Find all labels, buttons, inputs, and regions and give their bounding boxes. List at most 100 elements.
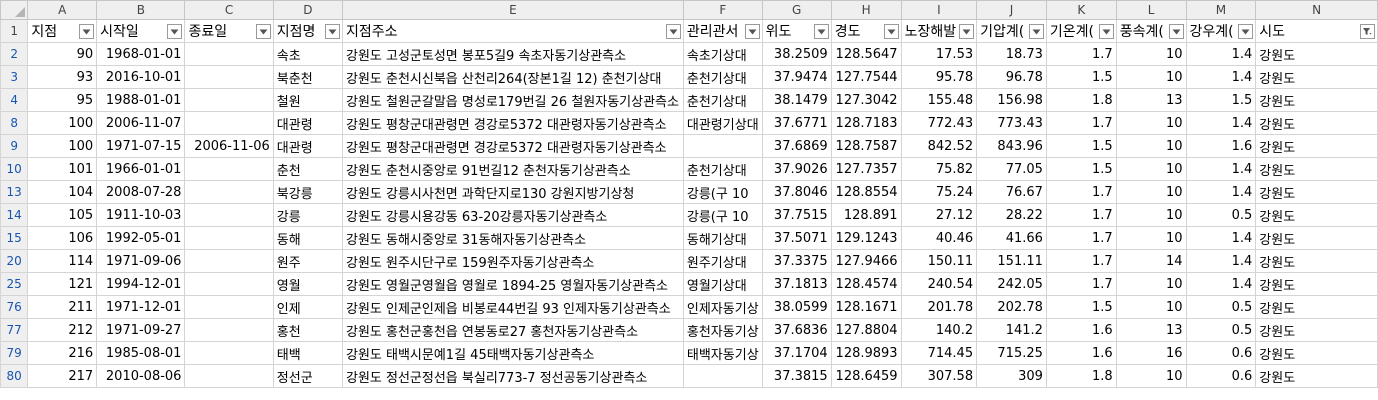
cell-h[interactable]: 128.9893 xyxy=(830,341,902,365)
cell-n[interactable]: 강원도 xyxy=(1255,42,1378,66)
header-cell[interactable]: 종료일 xyxy=(184,19,274,43)
cell-m[interactable]: 1.6 xyxy=(1185,134,1257,158)
column-header-n[interactable]: N xyxy=(1255,0,1378,20)
cell-c[interactable] xyxy=(184,42,274,66)
dropdown-arrow-icon[interactable] xyxy=(744,24,760,39)
cell-a[interactable]: 211 xyxy=(27,295,98,319)
cell-f[interactable] xyxy=(682,134,763,158)
cell-b[interactable]: 2006-11-07 xyxy=(96,111,186,135)
filter-funnel-icon[interactable] xyxy=(1360,24,1375,39)
cell-b[interactable]: 1971-12-01 xyxy=(96,295,186,319)
cell-k[interactable]: 1.5 xyxy=(1045,65,1117,89)
cell-d[interactable]: 강릉 xyxy=(272,203,344,227)
cell-h[interactable]: 128.4574 xyxy=(830,272,902,296)
cell-i[interactable]: 201.78 xyxy=(900,295,978,319)
cell-e[interactable]: 강원도 원주시단구로 159원주자동기상관측소 xyxy=(342,249,684,273)
cell-h[interactable]: 128.8554 xyxy=(830,180,902,204)
cell-i[interactable]: 40.46 xyxy=(900,226,978,250)
cell-d[interactable]: 속초 xyxy=(272,42,344,66)
cell-g[interactable]: 37.5071 xyxy=(761,226,832,250)
dropdown-arrow-icon[interactable] xyxy=(1098,24,1114,39)
column-header-g[interactable]: G xyxy=(761,0,832,20)
dropdown-arrow-icon[interactable] xyxy=(813,24,829,39)
cell-a[interactable]: 216 xyxy=(27,341,98,365)
cell-n[interactable]: 강원도 xyxy=(1255,295,1378,319)
cell-n[interactable]: 강원도 xyxy=(1255,272,1378,296)
cell-e[interactable]: 강원도 춘천시중앙로 91번길12 춘천자동기상관측소 xyxy=(342,157,684,181)
select-all-corner[interactable] xyxy=(0,0,29,20)
cell-m[interactable]: 1.4 xyxy=(1185,111,1257,135)
cell-f[interactable]: 대관령기상대 xyxy=(682,111,763,135)
cell-n[interactable]: 강원도 xyxy=(1255,157,1378,181)
cell-i[interactable]: 17.53 xyxy=(900,42,978,66)
cell-n[interactable]: 강원도 xyxy=(1255,341,1378,365)
cell-m[interactable]: 1.4 xyxy=(1185,249,1257,273)
cell-n[interactable]: 강원도 xyxy=(1255,203,1378,227)
cell-b[interactable]: 1994-12-01 xyxy=(96,272,186,296)
cell-f[interactable]: 춘천기상대 xyxy=(682,88,763,112)
cell-n[interactable]: 강원도 xyxy=(1255,65,1378,89)
cell-f[interactable]: 홍천자동기상 xyxy=(682,318,763,342)
header-cell[interactable]: 경도 xyxy=(830,19,902,43)
row-number[interactable]: 1 xyxy=(0,19,29,43)
cell-m[interactable]: 0.6 xyxy=(1185,364,1257,388)
cell-c[interactable] xyxy=(184,226,274,250)
cell-b[interactable]: 2016-10-01 xyxy=(96,65,186,89)
cell-i[interactable]: 307.58 xyxy=(900,364,978,388)
cell-d[interactable]: 태백 xyxy=(272,341,344,365)
cell-k[interactable]: 1.7 xyxy=(1045,111,1117,135)
cell-l[interactable]: 10 xyxy=(1115,272,1187,296)
cell-j[interactable]: 843.96 xyxy=(976,134,1047,158)
cell-j[interactable]: 28.22 xyxy=(976,203,1047,227)
cell-e[interactable]: 강원도 영월군영월읍 영월로 1894-25 영월자동기상관측소 xyxy=(342,272,684,296)
cell-k[interactable]: 1.7 xyxy=(1045,42,1117,66)
cell-n[interactable]: 강원도 xyxy=(1255,88,1378,112)
cell-e[interactable]: 강원도 고성군토성면 봉포5길9 속초자동기상관측소 xyxy=(342,42,684,66)
cell-l[interactable]: 13 xyxy=(1115,318,1187,342)
header-cell[interactable]: 노장해발 xyxy=(900,19,978,43)
cell-f[interactable]: 강릉(구 10 xyxy=(682,180,763,204)
cell-d[interactable]: 대관령 xyxy=(272,111,344,135)
header-cell[interactable]: 기온계( xyxy=(1045,19,1117,43)
cell-h[interactable]: 127.3042 xyxy=(830,88,902,112)
cell-j[interactable]: 41.66 xyxy=(976,226,1047,250)
cell-f[interactable]: 춘천기상대 xyxy=(682,157,763,181)
cell-c[interactable] xyxy=(184,111,274,135)
column-header-m[interactable]: M xyxy=(1185,0,1257,20)
cell-a[interactable]: 121 xyxy=(27,272,98,296)
cell-g[interactable]: 38.2509 xyxy=(761,42,832,66)
header-cell[interactable]: 지점명 xyxy=(272,19,344,43)
cell-c[interactable] xyxy=(184,318,274,342)
cell-d[interactable]: 북춘천 xyxy=(272,65,344,89)
column-header-i[interactable]: I xyxy=(900,0,978,20)
cell-b[interactable]: 1971-07-15 xyxy=(96,134,186,158)
cell-i[interactable]: 95.78 xyxy=(900,65,978,89)
cell-l[interactable]: 10 xyxy=(1115,157,1187,181)
cell-k[interactable]: 1.5 xyxy=(1045,134,1117,158)
cell-e[interactable]: 강원도 정선군정선읍 북실리773-7 정선공동기상관측소 xyxy=(342,364,684,388)
cell-j[interactable]: 141.2 xyxy=(976,318,1047,342)
cell-a[interactable]: 100 xyxy=(27,134,98,158)
row-number[interactable]: 4 xyxy=(0,88,29,112)
cell-d[interactable]: 인제 xyxy=(272,295,344,319)
cell-a[interactable]: 104 xyxy=(27,180,98,204)
header-cell[interactable]: 시도 xyxy=(1255,19,1378,43)
cell-j[interactable]: 309 xyxy=(976,364,1047,388)
row-number[interactable]: 77 xyxy=(0,318,29,342)
cell-m[interactable]: 1.4 xyxy=(1185,272,1257,296)
cell-a[interactable]: 101 xyxy=(27,157,98,181)
cell-j[interactable]: 715.25 xyxy=(976,341,1047,365)
cell-l[interactable]: 10 xyxy=(1115,111,1187,135)
cell-b[interactable]: 1992-05-01 xyxy=(96,226,186,250)
cell-h[interactable]: 127.9466 xyxy=(830,249,902,273)
column-header-l[interactable]: L xyxy=(1115,0,1187,20)
cell-i[interactable]: 27.12 xyxy=(900,203,978,227)
cell-m[interactable]: 1.4 xyxy=(1185,42,1257,66)
cell-c[interactable] xyxy=(184,203,274,227)
header-cell[interactable]: 강우계( xyxy=(1185,19,1257,43)
cell-b[interactable]: 1968-01-01 xyxy=(96,42,186,66)
cell-n[interactable]: 강원도 xyxy=(1255,249,1378,273)
cell-k[interactable]: 1.6 xyxy=(1045,341,1117,365)
cell-g[interactable]: 37.9474 xyxy=(761,65,832,89)
cell-m[interactable]: 1.4 xyxy=(1185,65,1257,89)
